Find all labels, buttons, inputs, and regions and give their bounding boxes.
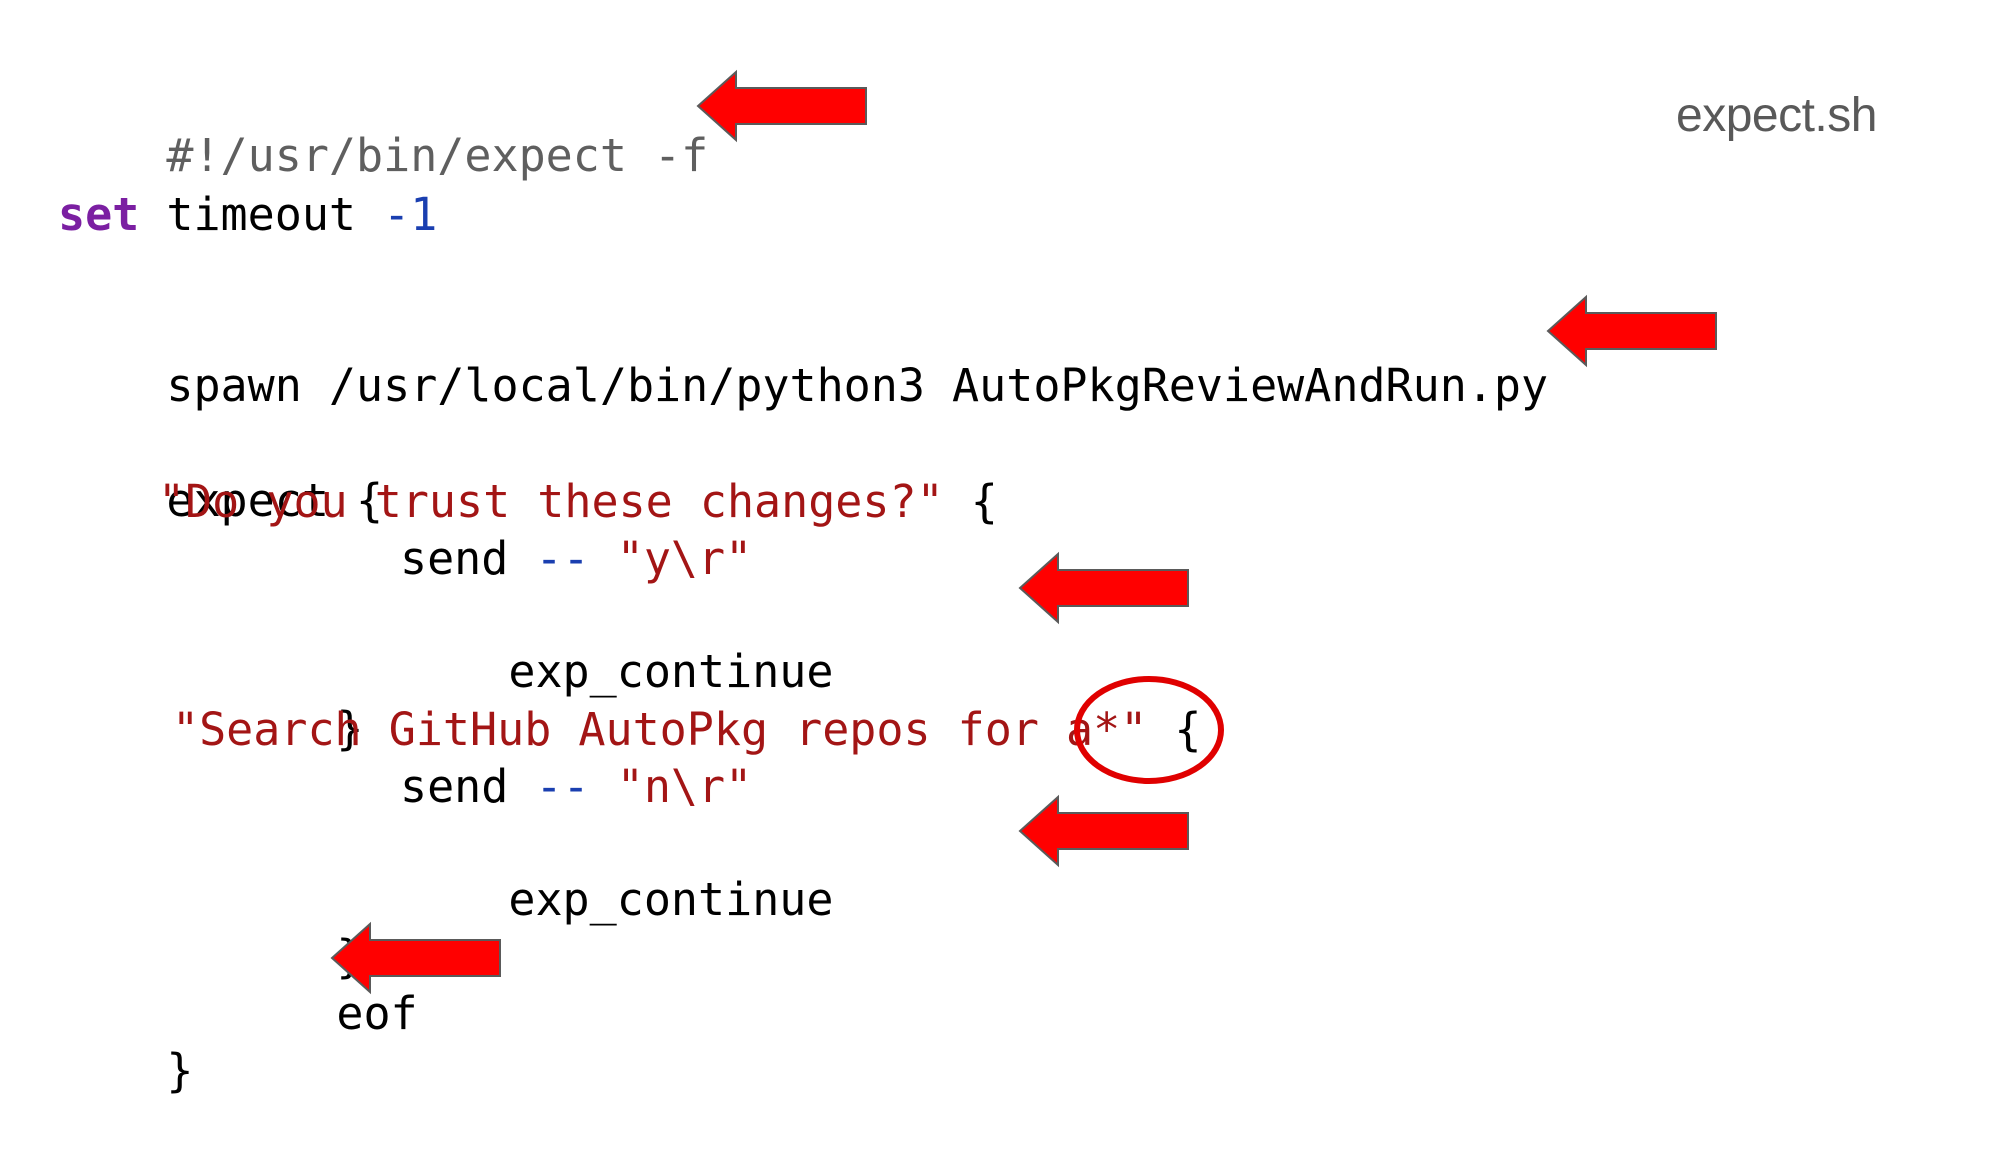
send-no-cmd: send <box>400 760 536 813</box>
send-yes-arg: "y\r" <box>616 532 753 585</box>
arrow-spawn-icon <box>1546 294 1717 368</box>
prompt-search-brace: { <box>1147 703 1202 756</box>
arrow-send-yes-icon <box>1018 551 1189 625</box>
prompt-trust-string: "Do you trust these changes?" <box>158 475 944 528</box>
slide: expect.sh #!/usr/bin/expect -f set timeo… <box>0 0 2000 1125</box>
set-rest: timeout <box>139 188 384 241</box>
expect-close-text: } <box>166 1044 194 1097</box>
send-yes-cmd: send <box>400 532 536 585</box>
code-line-send-yes: send -- "y\r" <box>400 531 752 587</box>
send-yes-operator: -- <box>535 532 590 585</box>
prompt-trust-brace: { <box>943 475 998 528</box>
code-line-prompt-search: "Search GitHub AutoPkg repos for a*" { <box>172 702 1202 758</box>
code-line-prompt-trust: "Do you trust these changes?" { <box>158 474 998 530</box>
code-line-send-no: send -- "n\r" <box>400 759 752 815</box>
continue-2-text: exp_continue <box>508 873 834 926</box>
eof-text: eof <box>336 987 418 1040</box>
code-line-eof: eof <box>228 930 418 1098</box>
arrow-shebang-icon <box>696 69 867 143</box>
continue-1-text: exp_continue <box>508 645 834 698</box>
send-no-arg: "n\r" <box>616 760 753 813</box>
set-keyword: set <box>58 188 140 241</box>
code-line-expect-close: } <box>58 987 193 1155</box>
spawn-text: spawn /usr/local/bin/python3 AutoPkgRevi… <box>166 359 1549 412</box>
code-line-continue-2: exp_continue <box>400 816 833 984</box>
timeout-value: -1 <box>383 188 438 241</box>
file-title: expect.sh <box>1676 89 1877 142</box>
code-line-set-timeout: set timeout -1 <box>58 187 437 243</box>
shebang-text: #!/usr/bin/expect -f <box>166 129 709 182</box>
prompt-search-string: "Search GitHub AutoPkg repos for a*" <box>172 703 1148 756</box>
arrow-send-no-icon <box>1018 794 1189 868</box>
send-no-operator: -- <box>535 760 590 813</box>
